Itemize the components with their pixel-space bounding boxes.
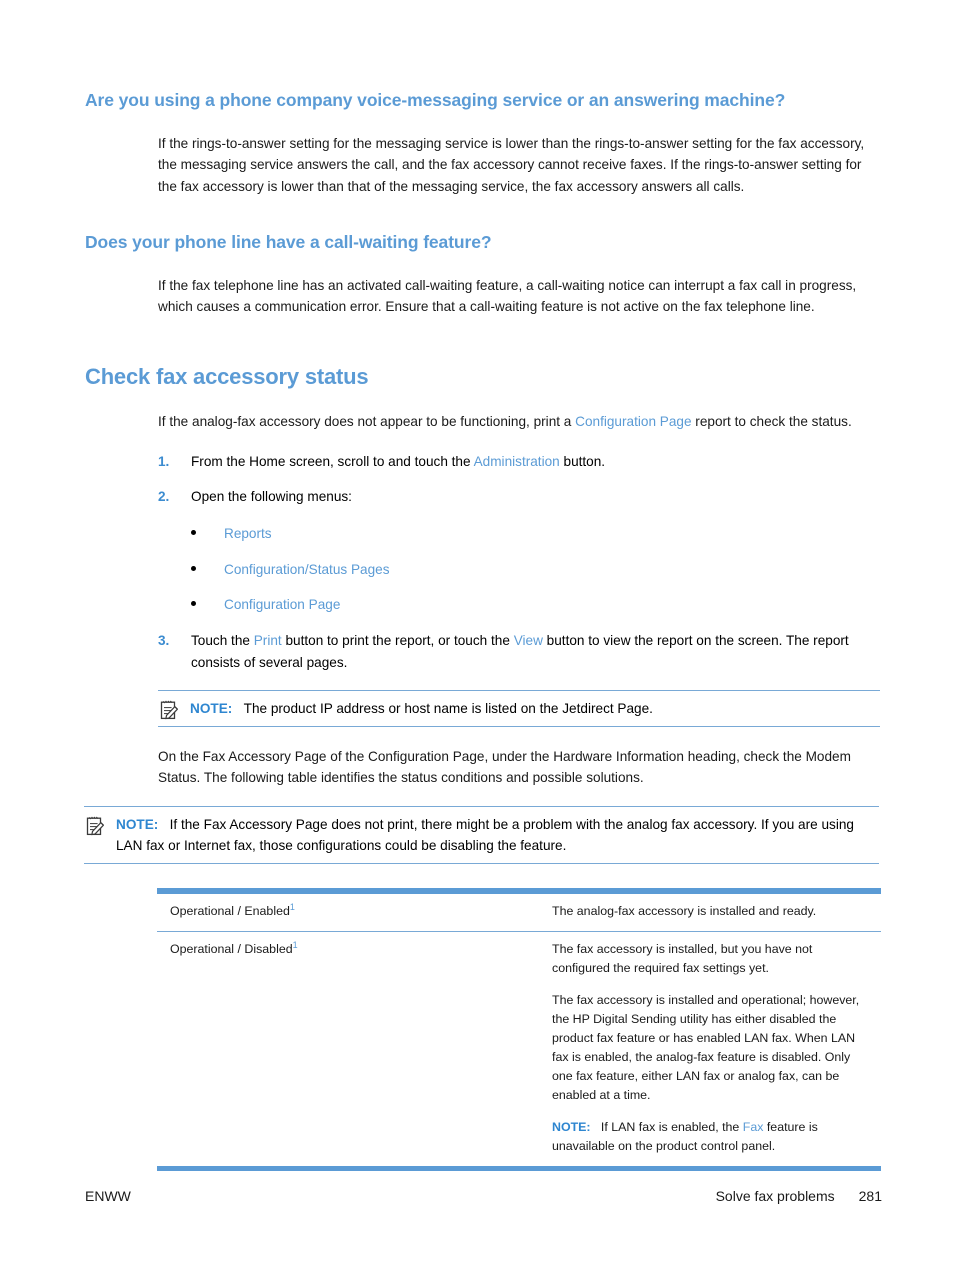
status-conditions-table: Operational / Enabled1 The analog-fax ac…	[157, 888, 881, 1171]
step-item-3: 3. Touch the Print button to print the r…	[158, 630, 880, 673]
note-label: NOTE:	[552, 1120, 591, 1134]
note-content-fax-accessory-page: NOTE: If the Fax Accessory Page does not…	[84, 814, 879, 857]
step-number-2: 2.	[158, 489, 170, 505]
page-footer: ENWW Solve fax problems 281	[85, 1188, 882, 1204]
link-fax[interactable]: Fax	[743, 1120, 764, 1134]
step-item-1: 1. From the Home screen, scroll to and t…	[158, 451, 880, 472]
paragraph-voice-messaging: If the rings-to-answer setting for the m…	[158, 136, 865, 194]
description-paragraph: The fax accessory is installed and opera…	[552, 993, 860, 1102]
link-configuration-page[interactable]: Configuration Page	[575, 414, 691, 429]
table-row: Operational / Disabled1 The fax accessor…	[157, 931, 881, 1166]
note-pencil-icon	[84, 814, 108, 838]
footer-section-title: Solve fax problems	[715, 1188, 835, 1204]
note-pencil-icon	[158, 698, 182, 722]
description-paragraph: The fax accessory is installed, but you …	[552, 942, 813, 975]
list-item: Configuration Page	[191, 594, 880, 615]
footnote-marker: 1	[292, 939, 298, 950]
paragraph-call-waiting: If the fax telephone line has an activat…	[158, 277, 857, 315]
menu-bullet-list: Reports Configuration/Status Pages Confi…	[191, 523, 880, 615]
intro-text-before: If the analog-fax accessory does not app…	[158, 414, 576, 430]
table-row: Operational / Enabled1 The analog-fax ac…	[157, 894, 881, 932]
step-1-after: button.	[559, 453, 606, 469]
table-cell-status-1: Operational / Enabled1	[157, 894, 540, 932]
footnote-marker: 1	[289, 901, 295, 912]
step-text-2: Open the following menus:	[191, 489, 352, 505]
table-cell-description-1: The analog-fax accessory is installed an…	[540, 894, 881, 932]
note-label: NOTE:	[190, 700, 233, 716]
step-3-mid: button to print the report, or touch the	[281, 633, 514, 649]
bullet-icon	[191, 594, 224, 615]
step-1-before: From the Home screen, scroll to and touc…	[191, 453, 474, 469]
status-text-1: Operational / Enabled	[170, 904, 290, 918]
footer-right-group: Solve fax problems 281	[716, 1188, 882, 1204]
description-paragraph: The analog-fax accessory is installed an…	[552, 904, 817, 918]
nested-note-before: If LAN fax is enabled, the	[600, 1120, 743, 1134]
footer-language-code: ENWW	[85, 1188, 131, 1204]
note-content-jetdirect: NOTE: The product IP address or host nam…	[158, 698, 880, 719]
ordered-steps-list-continued: 3. Touch the Print button to print the r…	[158, 630, 880, 673]
ordered-steps-list: 1. From the Home screen, scroll to and t…	[158, 451, 880, 508]
heading-check-fax-accessory-status: Check fax accessory status	[85, 364, 369, 390]
step-number-1: 1.	[158, 453, 170, 469]
menu-item-configuration-status-pages[interactable]: Configuration/Status Pages	[224, 559, 880, 580]
table-bottom-rule	[157, 1166, 881, 1171]
list-item: Configuration/Status Pages	[191, 559, 880, 580]
menu-item-reports[interactable]: Reports	[224, 523, 880, 544]
table: Operational / Enabled1 The analog-fax ac…	[157, 894, 881, 1166]
heading-call-waiting: Does your phone line have a call-waiting…	[85, 231, 492, 252]
table-cell-description-2: The fax accessory is installed, but you …	[540, 931, 881, 1166]
note-text-fax-accessory-page: If the Fax Accessory Page does not print…	[116, 816, 854, 854]
heading-voice-messaging: Are you using a phone company voice-mess…	[85, 90, 786, 110]
step-number-3: 3.	[158, 633, 170, 649]
link-print[interactable]: Print	[254, 633, 282, 648]
note-text-jetdirect: The product IP address or host name is l…	[243, 700, 653, 716]
step-3-before: Touch the	[191, 633, 254, 649]
bullet-icon	[191, 559, 224, 580]
note-label: NOTE:	[116, 816, 159, 832]
status-text-2: Operational / Disabled	[170, 942, 293, 956]
step-item-2: 2. Open the following menus:	[158, 486, 880, 507]
paragraph-intro: If the analog-fax accessory does not app…	[158, 411, 880, 432]
link-administration[interactable]: Administration	[474, 454, 560, 469]
step-text-3: Touch the Print button to print the repo…	[191, 630, 880, 673]
table-cell-status-2: Operational / Disabled1	[157, 931, 540, 1166]
note-box-fax-accessory-page: NOTE: If the Fax Accessory Page does not…	[84, 805, 879, 865]
document-page: Are you using a phone company voice-mess…	[0, 0, 954, 1270]
nested-note-lan-fax: NOTE: If LAN fax is enabled, the Fax fea…	[552, 1118, 873, 1156]
step-text-1: From the Home screen, scroll to and touc…	[191, 451, 880, 472]
bullet-icon	[191, 523, 224, 544]
page-content: Are you using a phone company voice-mess…	[84, 88, 880, 865]
paragraph-fax-accessory-page: On the Fax Accessory Page of the Configu…	[158, 749, 851, 786]
note-box-jetdirect: NOTE: The product IP address or host nam…	[158, 689, 880, 728]
footer-page-number: 281	[858, 1188, 882, 1204]
intro-text-after: report to check the status.	[691, 414, 852, 430]
link-view[interactable]: View	[514, 633, 543, 648]
menu-item-configuration-page[interactable]: Configuration Page	[224, 594, 880, 615]
list-item: Reports	[191, 523, 880, 544]
